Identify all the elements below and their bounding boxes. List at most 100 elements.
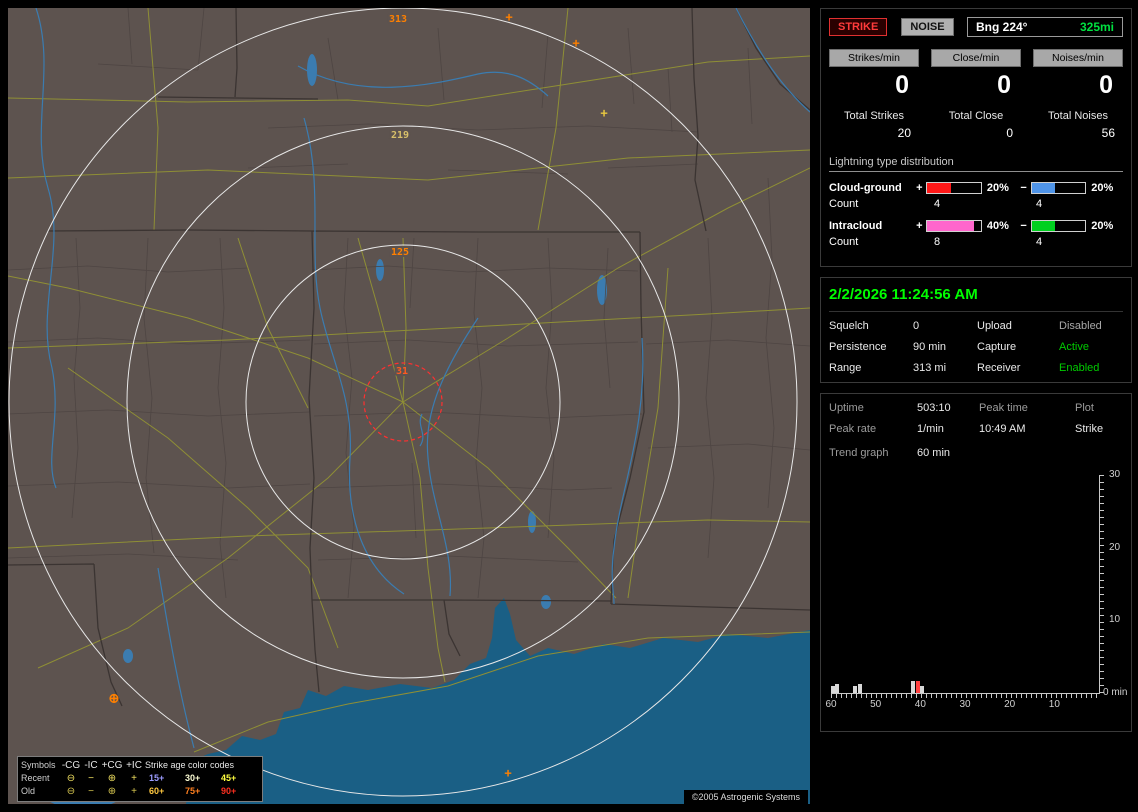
trend-graph: 0 min 30 20 10 60 50 40 30 20 10 xyxy=(825,469,1127,723)
y-tick-label: 30 xyxy=(1109,469,1121,480)
cg-positive-pct: 20% xyxy=(986,182,1009,194)
settings-grid: Squelch 0 Upload Disabled Persistence 90… xyxy=(829,320,1123,374)
total-strikes-label: Total Strikes xyxy=(844,110,904,122)
age-30: 30+ xyxy=(185,773,201,783)
range-label: Range xyxy=(829,362,862,374)
x-tick-label: 60 xyxy=(825,699,837,710)
pos-ic-icon: + xyxy=(131,786,137,797)
datetime-display: 2/2/2026 11:24:56 AM xyxy=(829,286,1123,312)
legend-symbols-header: Symbols xyxy=(21,760,56,770)
peak-rate-value: 1/min xyxy=(917,423,944,435)
trend-bar xyxy=(911,681,916,693)
x-tick-label: 10 xyxy=(1048,699,1060,710)
trend-graph-header: Trend graph 60 min xyxy=(829,447,1123,459)
cg-negative-count: 4 xyxy=(1035,198,1043,210)
intracloud-counts: Count 8 4 xyxy=(829,236,1123,248)
range-value: 313 mi xyxy=(913,362,947,374)
trend-bar xyxy=(853,686,858,693)
receiver-status: Enabled xyxy=(1059,362,1100,374)
totals: Total Strikes Total Close Total Noises 2… xyxy=(829,102,1123,140)
ring-label-219: 219 xyxy=(391,130,409,141)
y-tick-label: 20 xyxy=(1109,541,1121,553)
upload-label: Upload xyxy=(977,320,1012,332)
close-per-min-chip[interactable]: Close/min xyxy=(931,49,1021,67)
persistence-label: Persistence xyxy=(829,341,887,353)
bearing-display: Bng 224° 325mi xyxy=(967,17,1123,37)
strikes-per-min-value: 0 xyxy=(895,71,909,99)
trend-panel: Uptime 503:10 Peak time Plot Peak rate 1… xyxy=(820,393,1132,732)
legend-row-recent-label: Recent xyxy=(21,773,50,783)
neg-ic-icon: − xyxy=(88,773,94,784)
uptime-label: Uptime xyxy=(829,402,864,414)
rate-counters: Strikes/min Close/min Noises/min 0 0 0 xyxy=(829,49,1123,102)
strike-button[interactable]: STRIKE xyxy=(829,18,888,36)
minus-sign: − xyxy=(1020,182,1027,194)
map-canvas[interactable]: 313 219 125 31 xyxy=(8,8,810,804)
minus-sign: − xyxy=(1020,220,1027,232)
legend-col-nic: -IC xyxy=(84,760,98,771)
close-per-min-value: 0 xyxy=(997,71,1011,99)
ring-label-125: 125 xyxy=(391,247,409,258)
count-label: Count xyxy=(829,198,859,210)
trend-window-value: 60 min xyxy=(917,447,951,459)
legend-col-pic: +IC xyxy=(126,760,142,771)
legend-col-pcg: +CG xyxy=(101,760,123,771)
trend-bar xyxy=(831,686,835,693)
app-window: 313 219 125 31 + + + + ⊕ Symbols -CG -IC +CG… xyxy=(0,0,1138,812)
ic-positive-count: 8 xyxy=(933,236,941,248)
age-75: 75+ xyxy=(185,786,201,796)
stats-panel: STRIKE NOISE Bng 224° 325mi Strikes/min … xyxy=(820,8,1132,267)
state-borders xyxy=(8,8,810,707)
cg-negative-pct: 20% xyxy=(1091,182,1114,194)
upload-status: Disabled xyxy=(1059,320,1102,332)
x-tick-label: 30 xyxy=(959,699,971,710)
plot-value: Strike xyxy=(1075,423,1104,435)
uptime-stats: Uptime 503:10 Peak time Plot Peak rate 1… xyxy=(829,402,1123,435)
bearing-label: Bng 224° xyxy=(976,20,1028,34)
peak-time-label: Peak time xyxy=(979,402,1028,414)
cloud-ground-label: Cloud-ground xyxy=(829,182,902,194)
y-tick-label: 10 xyxy=(1109,614,1121,626)
cg-negative-bar xyxy=(1030,182,1087,194)
intracloud-label: Intracloud xyxy=(829,220,883,232)
pos-ic-icon: + xyxy=(131,773,137,784)
strikes-per-min-chip[interactable]: Strikes/min xyxy=(829,49,919,67)
intracloud-row: Intracloud + 40% − 20% xyxy=(829,220,1123,232)
age-45: 45+ xyxy=(221,773,237,783)
cg-positive-bar xyxy=(926,182,982,194)
trend-bar xyxy=(920,686,925,693)
trend-bar xyxy=(857,684,862,693)
cloud-ground-row: Cloud-ground + 20% − 20% xyxy=(829,182,1123,194)
copyright-notice: ©2005 Astrogenic Systems xyxy=(683,790,808,804)
ic-negative-count: 4 xyxy=(1035,236,1043,248)
plot-label: Plot xyxy=(1075,402,1094,414)
x-tick-label: 20 xyxy=(1004,699,1016,710)
ring-label-31: 31 xyxy=(396,366,408,377)
map-legend: Symbols -CG -IC +CG +IC Strike age color… xyxy=(17,756,263,802)
peak-rate-label: Peak rate xyxy=(829,423,877,435)
pos-cg-icon: ⊕ xyxy=(107,773,117,784)
trend-graph-label: Trend graph xyxy=(829,447,889,459)
noises-per-min-chip[interactable]: Noises/min xyxy=(1033,49,1123,67)
trend-bar xyxy=(915,681,920,693)
rivers xyxy=(35,8,810,749)
noises-per-min-value: 0 xyxy=(1099,71,1113,99)
capture-label: Capture xyxy=(977,341,1017,353)
squelch-value: 0 xyxy=(913,320,920,332)
age-15: 15+ xyxy=(149,773,165,783)
cloud-ground-counts: Count 4 4 xyxy=(829,198,1123,210)
neg-cg-icon: ⊖ xyxy=(66,773,76,784)
ic-negative-pct: 20% xyxy=(1091,220,1114,232)
x-tick-label: 50 xyxy=(870,699,882,710)
sidebar: STRIKE NOISE Bng 224° 325mi Strikes/min … xyxy=(820,8,1132,804)
noise-button[interactable]: NOISE xyxy=(901,18,954,36)
peak-time-value: 10:49 AM xyxy=(979,423,1026,435)
ic-negative-bar xyxy=(1030,220,1087,232)
cg-positive-count: 4 xyxy=(933,198,941,210)
ring-label-313: 313 xyxy=(389,14,407,25)
map-panel[interactable]: 313 219 125 31 + + + + ⊕ Symbols -CG -IC +CG… xyxy=(8,8,810,804)
age-90: 90+ xyxy=(221,786,237,796)
y-axis-ticks xyxy=(1100,475,1104,693)
count-label: Count xyxy=(829,236,859,248)
total-noises-value: 56 xyxy=(1101,126,1115,140)
